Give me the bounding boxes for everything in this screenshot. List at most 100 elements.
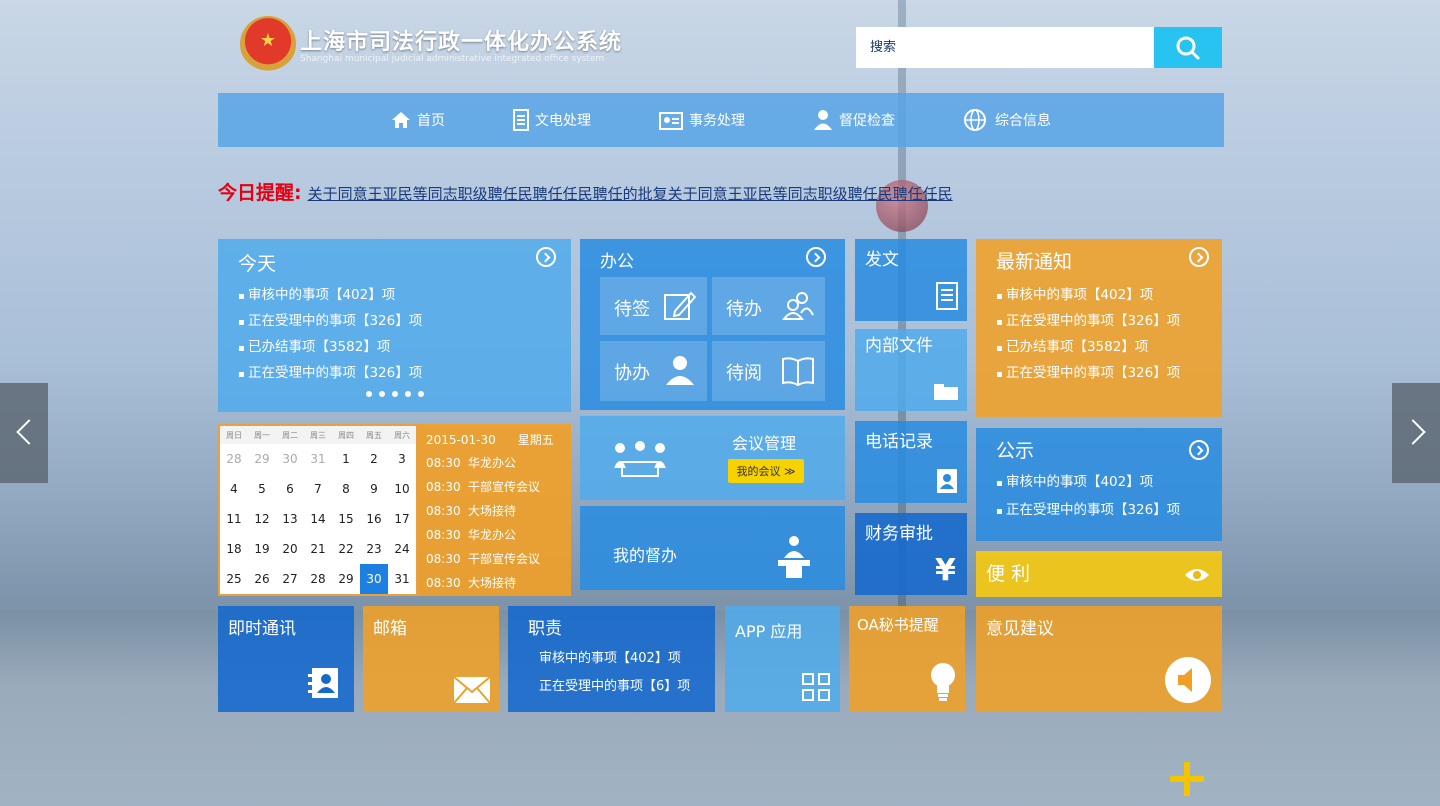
calendar-day[interactable]: 12: [248, 504, 276, 534]
calendar-day[interactable]: 7: [304, 474, 332, 504]
office-assist[interactable]: 协办: [600, 341, 707, 401]
publicity-tile[interactable]: 公示 审核中的事项【402】项 正在受理中的事项【326】项: [976, 428, 1222, 541]
office-sign[interactable]: 待签: [600, 277, 707, 335]
calendar-day[interactable]: 31: [388, 564, 416, 594]
reminder-link[interactable]: 关于同意王亚民等同志职级聘任民聘任任民聘任的批复关于同意王亚民等同志职级聘任民聘…: [308, 183, 953, 204]
schedule-row[interactable]: 08:30 干部宣传会议: [426, 550, 540, 567]
app-tile[interactable]: APP 应用: [725, 606, 840, 712]
calendar-day[interactable]: 20: [276, 534, 304, 564]
supervise-tile[interactable]: 我的督办: [580, 506, 845, 590]
calendar-day[interactable]: 30: [276, 444, 304, 474]
calendar-day[interactable]: 31: [304, 444, 332, 474]
calendar-day[interactable]: 10: [388, 474, 416, 504]
calendar-day[interactable]: 29: [248, 444, 276, 474]
calendar-day[interactable]: 25: [220, 564, 248, 594]
list-item[interactable]: 正在受理中的事项【326】项: [996, 360, 1180, 386]
list-item[interactable]: 正在受理中的事项【326】项: [238, 360, 422, 386]
schedule-row[interactable]: 08:30 华龙办公: [426, 526, 516, 543]
search-button[interactable]: [1154, 27, 1222, 68]
calendar-day[interactable]: 13: [276, 504, 304, 534]
arrow-right-icon[interactable]: [1189, 440, 1209, 460]
calendar-day[interactable]: 24: [388, 534, 416, 564]
nav-general-info[interactable]: 综合信息: [929, 108, 1085, 132]
calendar-day[interactable]: 16: [360, 504, 388, 534]
list-item[interactable]: 已办结事项【3582】项: [238, 334, 422, 360]
duty-tile[interactable]: 职责 审核中的事项【402】项 正在受理中的事项【6】项: [508, 606, 715, 712]
tile-title: 财务审批: [865, 524, 933, 544]
arrow-right-icon[interactable]: [1189, 247, 1209, 267]
my-meeting-button[interactable]: 我的会议 ≫: [728, 459, 804, 483]
calendar-day[interactable]: 17: [388, 504, 416, 534]
instant-messaging-tile[interactable]: 即时通讯: [218, 606, 354, 712]
latest-notice-tile[interactable]: 最新通知 审核中的事项【402】项 正在受理中的事项【326】项 已办结事项【3…: [976, 239, 1222, 417]
carousel-next-button[interactable]: [1392, 383, 1440, 483]
schedule-row[interactable]: 08:30 华龙办公: [426, 454, 516, 471]
nav-supervision[interactable]: 督促检查: [779, 109, 929, 131]
carousel-prev-button[interactable]: [0, 383, 48, 483]
list-item[interactable]: 审核中的事项【402】项: [996, 468, 1180, 496]
calendar-day[interactable]: 5: [248, 474, 276, 504]
list-item[interactable]: 审核中的事项【402】项: [539, 647, 681, 666]
office-todo[interactable]: 待办: [712, 277, 825, 335]
calendar-day[interactable]: 21: [304, 534, 332, 564]
list-item[interactable]: 正在受理中的事项【326】项: [996, 308, 1180, 334]
calendar-day[interactable]: 14: [304, 504, 332, 534]
internal-docs-tile[interactable]: 内部文件: [855, 329, 967, 411]
calendar-day[interactable]: 2: [360, 444, 388, 474]
nav-home[interactable]: 首页: [357, 110, 479, 130]
meeting-tile[interactable]: 会议管理: [580, 416, 845, 500]
schedule-panel: 2015-01-30 星期五 08:30 华龙办公 08:30 干部宣传会议 08:3…: [418, 424, 571, 596]
nav-affairs[interactable]: 事务处理: [625, 110, 779, 130]
calendar-day[interactable]: 9: [360, 474, 388, 504]
arrow-right-icon[interactable]: [536, 247, 556, 267]
calendar-day[interactable]: 4: [220, 474, 248, 504]
calendar-day[interactable]: 27: [276, 564, 304, 594]
tile-title: 公示: [996, 440, 1035, 462]
schedule-time: 08:30: [426, 504, 461, 518]
mailbox-tile[interactable]: 邮箱: [363, 606, 499, 712]
calendar-day[interactable]: 28: [304, 564, 332, 594]
search-input[interactable]: [856, 27, 1154, 68]
calendar-day[interactable]: 19: [248, 534, 276, 564]
schedule-row[interactable]: 08:30 干部宣传会议: [426, 478, 540, 495]
tile-title: 职责: [528, 619, 562, 639]
weekday-header: 周一: [248, 426, 276, 444]
calendar-day[interactable]: 22: [332, 534, 360, 564]
office-read[interactable]: 待阅: [712, 341, 825, 401]
office-tile[interactable]: 办公 待签 待办 协办 待阅: [580, 239, 845, 410]
calendar-day[interactable]: 11: [220, 504, 248, 534]
suggestion-tile[interactable]: 意见建议: [976, 606, 1222, 712]
calendar-day[interactable]: 26: [248, 564, 276, 594]
convenience-tile[interactable]: 便 利: [976, 551, 1222, 597]
nav-documents[interactable]: 文电处理: [479, 109, 625, 131]
calendar-day[interactable]: 28: [220, 444, 248, 474]
today-tile[interactable]: 今天 审核中的事项【402】项 正在受理中的事项【326】项 已办结事项【358…: [218, 239, 571, 412]
list-item[interactable]: 正在受理中的事项【326】项: [996, 496, 1180, 524]
list-item[interactable]: 审核中的事项【402】项: [996, 282, 1180, 308]
add-icon[interactable]: [1170, 762, 1204, 796]
calendar-day[interactable]: 15: [332, 504, 360, 534]
calendar-day-selected[interactable]: 30: [360, 564, 388, 594]
carousel-dots[interactable]: [366, 391, 424, 397]
calendar-day[interactable]: 23: [360, 534, 388, 564]
schedule-row[interactable]: 08:30 大场接待: [426, 574, 516, 591]
speaker-icon: [1165, 657, 1211, 703]
calendar-day[interactable]: 18: [220, 534, 248, 564]
phone-records-tile[interactable]: 电话记录: [855, 421, 967, 503]
schedule-time: 08:30: [426, 480, 461, 494]
oa-reminder-tile[interactable]: OA秘书提醒: [849, 606, 965, 712]
schedule-row[interactable]: 08:30 大场接待: [426, 502, 516, 519]
finance-approval-tile[interactable]: 财务审批 ¥: [855, 513, 967, 595]
arrow-right-icon[interactable]: [806, 247, 826, 267]
calendar-day[interactable]: 8: [332, 474, 360, 504]
calendar-day[interactable]: 6: [276, 474, 304, 504]
list-item[interactable]: 审核中的事项【402】项: [238, 282, 422, 308]
list-item[interactable]: 正在受理中的事项【6】项: [539, 675, 690, 694]
calendar-day[interactable]: 1: [332, 444, 360, 474]
weekday-header: 周六: [388, 426, 416, 444]
outgoing-docs-tile[interactable]: 发文: [855, 239, 967, 321]
list-item[interactable]: 正在受理中的事项【326】项: [238, 308, 422, 334]
list-item[interactable]: 已办结事项【3582】项: [996, 334, 1180, 360]
calendar-day[interactable]: 29: [332, 564, 360, 594]
calendar-day[interactable]: 3: [388, 444, 416, 474]
